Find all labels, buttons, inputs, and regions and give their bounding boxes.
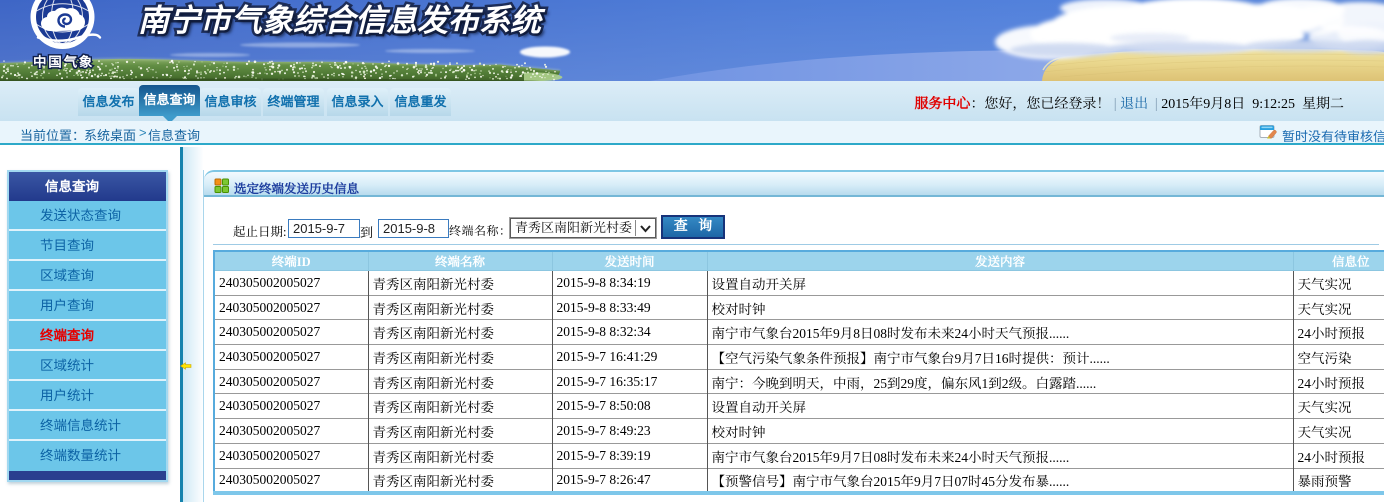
svg-text:中国气象: 中国气象 [33,55,94,70]
